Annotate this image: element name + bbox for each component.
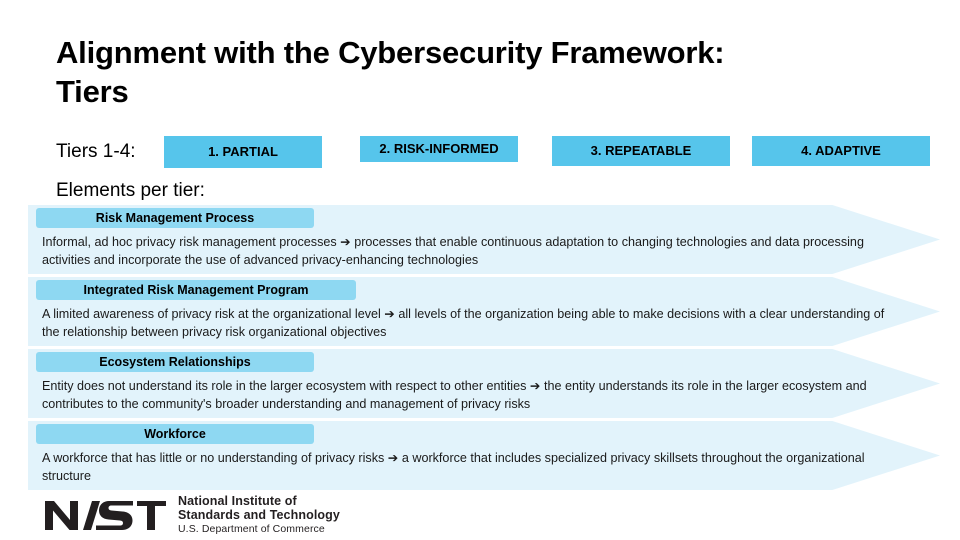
nist-line-1: National Institute of (178, 494, 297, 508)
tier-box-partial[interactable]: 1. PARTIAL (164, 136, 322, 168)
nist-wordmark-icon (45, 500, 166, 530)
slide-canvas: Alignment with the Cybersecurity Framewo… (0, 0, 960, 540)
nist-logo: National Institute of Standards and Tech… (44, 494, 340, 535)
element-heading-integrated-risk-management-program: Integrated Risk Management Program (36, 280, 356, 300)
element-heading-ecosystem-relationships: Ecosystem Relationships (36, 352, 314, 372)
element-body-ecosystem-relationships: Entity does not understand its role in t… (42, 379, 867, 411)
element-heading-risk-management-process: Risk Management Process (36, 208, 314, 228)
tier-box-repeatable[interactable]: 3. REPEATABLE (552, 136, 730, 166)
page-title: Alignment with the Cybersecurity Framewo… (56, 35, 725, 110)
element-block: Integrated Risk Management Program A lim… (0, 277, 960, 346)
nist-line-3: U.S. Department of Commerce (178, 522, 325, 535)
elements-per-tier-label: Elements per tier: (56, 180, 205, 201)
nist-line-2: Standards and Technology (178, 508, 340, 523)
element-body-integrated-risk-management-program: A limited awareness of privacy risk at t… (42, 307, 885, 339)
element-block: Risk Management Process Informal, ad hoc… (0, 205, 960, 274)
element-body-workforce: A workforce that has little or no unders… (42, 451, 865, 483)
element-block: Workforce A workforce that has little or… (0, 421, 960, 490)
tiers-row: Tiers 1-4: 1. PARTIAL 2. RISK-INFORMED 3… (56, 136, 936, 170)
tier-box-risk-informed[interactable]: 2. RISK-INFORMED (360, 136, 518, 162)
tiers-range-label: Tiers 1-4: (56, 141, 136, 162)
element-body-risk-management-process: Informal, ad hoc privacy risk management… (42, 235, 864, 267)
tier-box-adaptive[interactable]: 4. ADAPTIVE (752, 136, 930, 166)
nist-agency-text: National Institute of Standards and Tech… (178, 494, 340, 535)
element-heading-workforce: Workforce (36, 424, 314, 444)
element-block: Ecosystem Relationships Entity does not … (0, 349, 960, 418)
elements-block-list: Risk Management Process Informal, ad hoc… (0, 205, 960, 493)
